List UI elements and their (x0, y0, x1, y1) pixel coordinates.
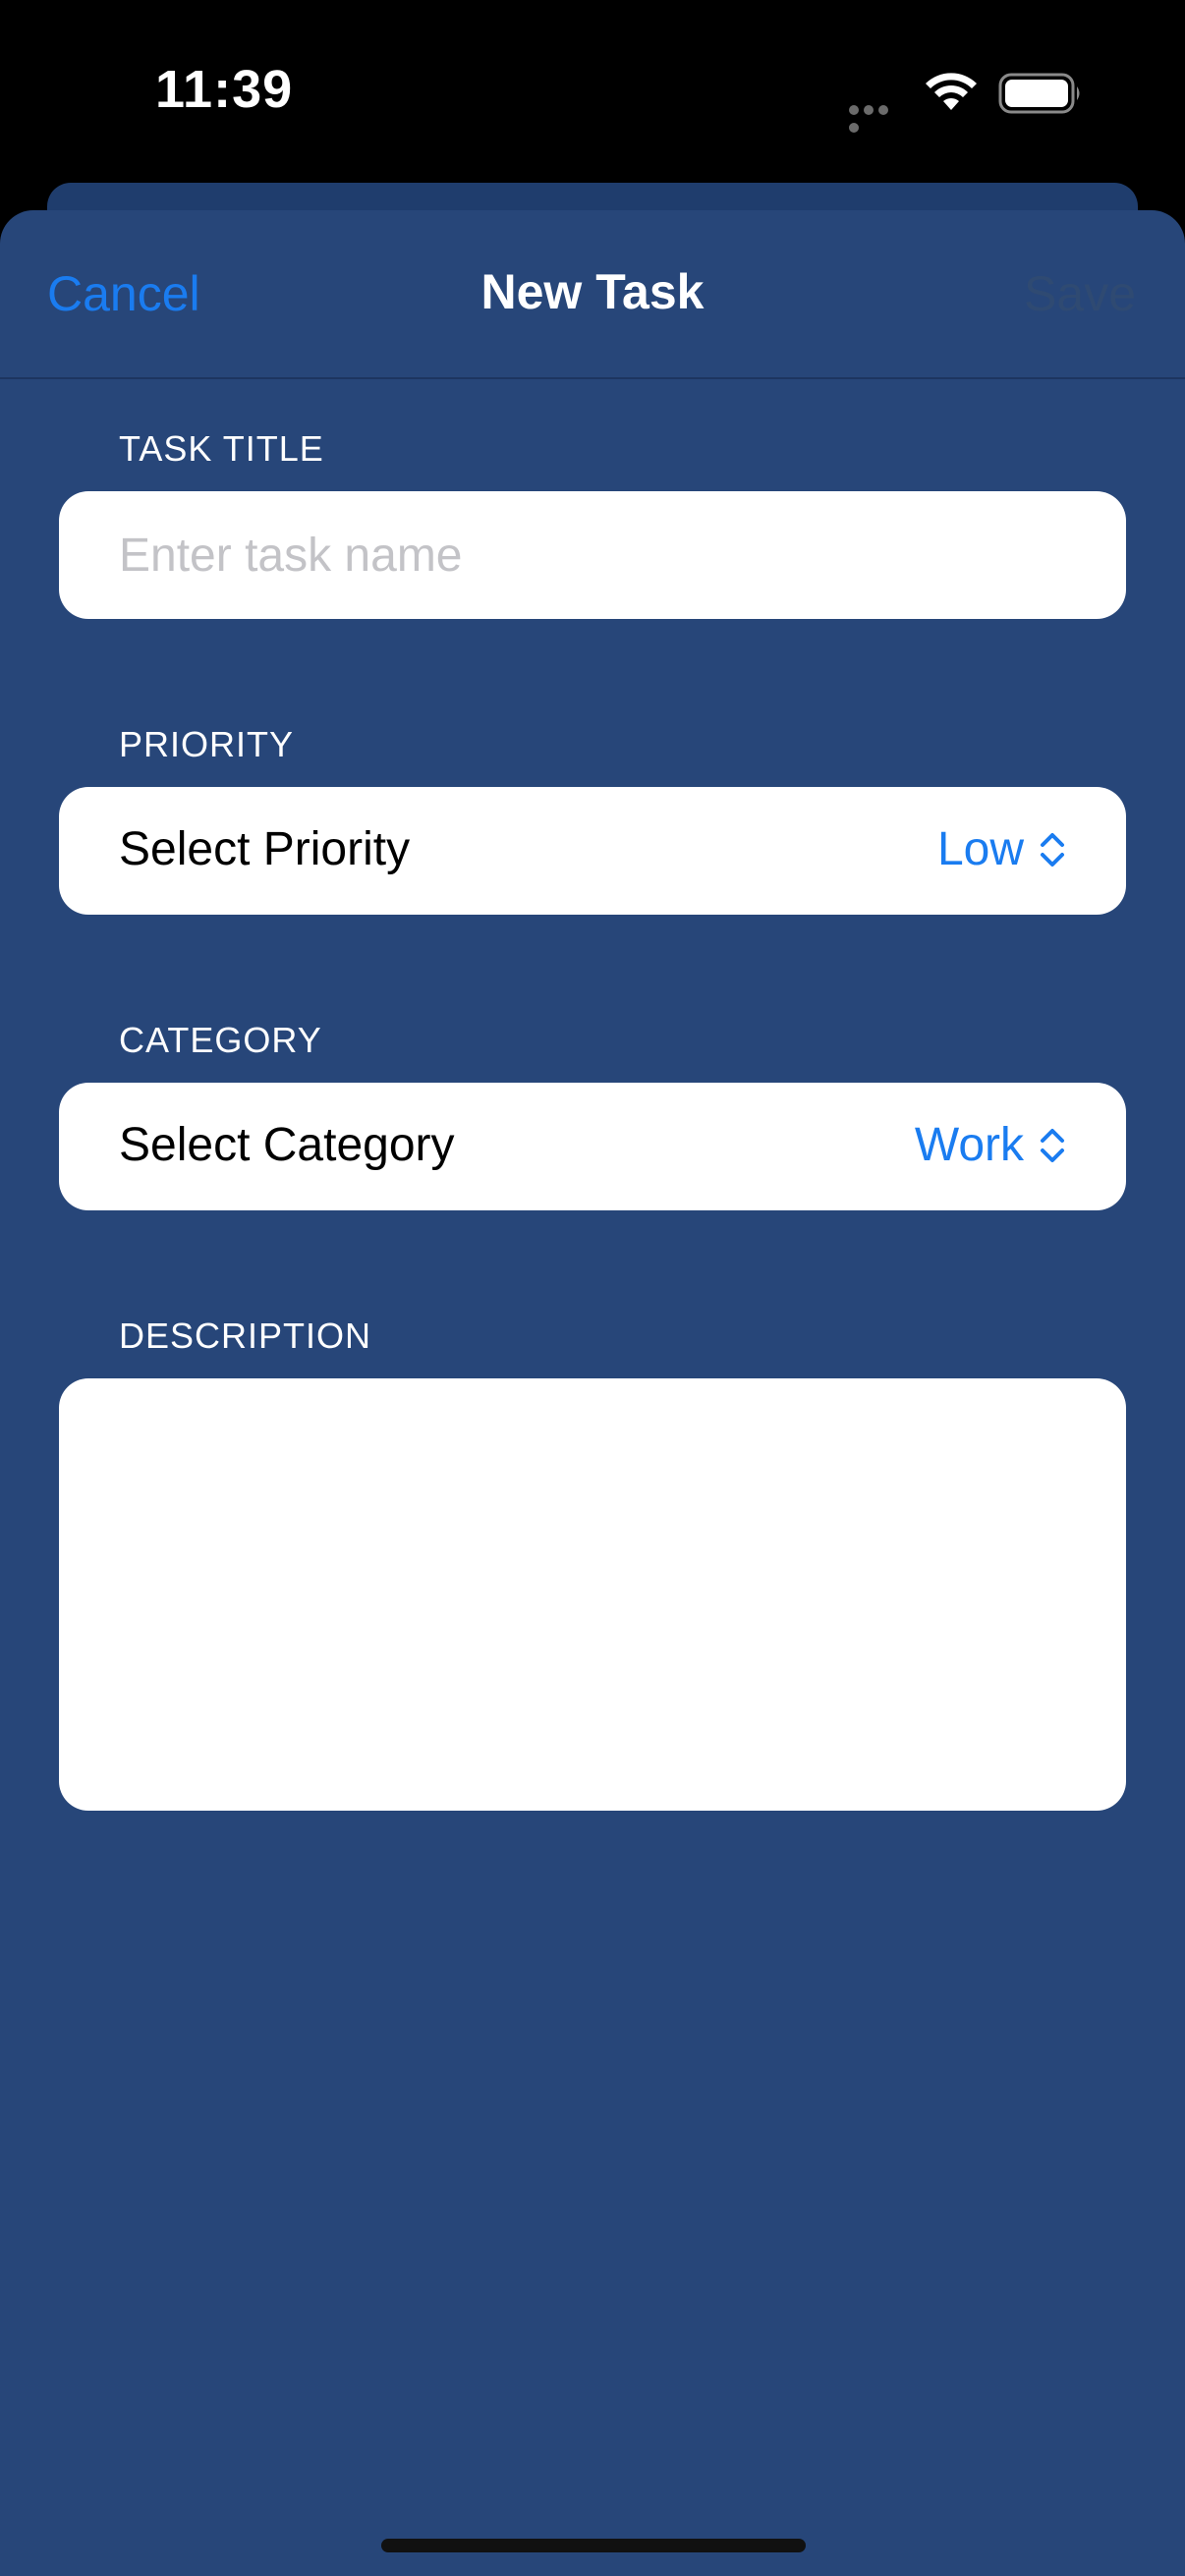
description-textarea[interactable] (59, 1378, 1126, 1811)
category-picker-row[interactable]: Select Category Work (59, 1083, 1126, 1210)
task-title-label: TASK TITLE (119, 428, 324, 469)
category-picker[interactable]: Work (915, 1118, 1067, 1172)
chevron-up-down-icon (1041, 832, 1064, 867)
chevron-up-down-icon (1041, 1128, 1064, 1162)
wifi-icon (926, 73, 977, 110)
new-task-sheet: Cancel New Task Save TASK TITLE PRIORITY… (0, 210, 1185, 2576)
page-title: New Task (480, 264, 705, 319)
navigation-bar: Cancel New Task Save (0, 210, 1185, 379)
description-label: DESCRIPTION (119, 1316, 372, 1356)
status-bar: 11:39 (0, 0, 1185, 187)
category-label: CATEGORY (119, 1020, 322, 1060)
category-row-label: Select Category (119, 1119, 455, 1171)
category-selected-value: Work (914, 1119, 1024, 1171)
battery-icon (998, 73, 1080, 114)
priority-selected-value: Low (936, 823, 1024, 875)
status-time: 11:39 (155, 60, 294, 119)
task-title-field (59, 491, 1126, 619)
priority-picker-row[interactable]: Select Priority Low (59, 787, 1126, 915)
priority-picker[interactable]: Low (937, 822, 1067, 876)
cellular-signal-icon (849, 102, 906, 133)
save-button[interactable]: Save (1024, 265, 1136, 322)
priority-label: PRIORITY (119, 724, 295, 764)
screen: 11:39 Cancel New Task Save TASK TITLE En… (0, 0, 1185, 2576)
priority-row-label: Select Priority (119, 823, 411, 875)
task-title-input[interactable] (119, 491, 1023, 619)
home-indicator (381, 2539, 806, 2552)
